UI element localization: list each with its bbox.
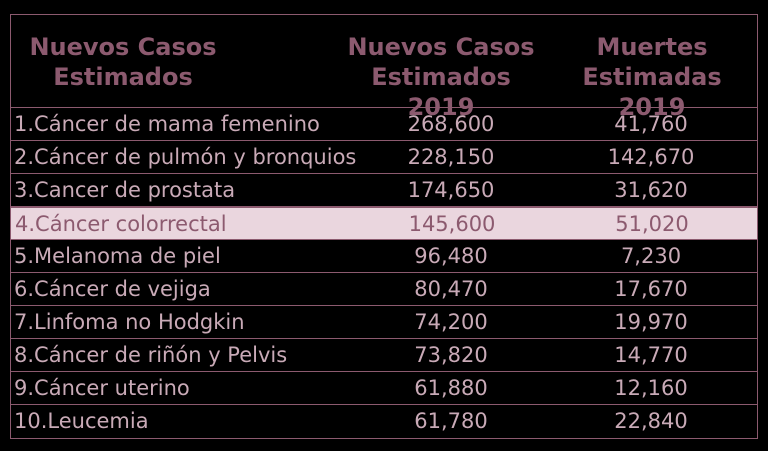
deaths-value: 7,230 (620, 244, 682, 268)
cancer-name: 7.Linfoma no Hodgkin (14, 310, 245, 334)
cancer-name: 3.Cancer de prostata (14, 178, 236, 202)
new-cases-value: 80,470 (414, 277, 488, 301)
deaths-value: 31,620 (614, 178, 688, 202)
table-body: 1.Cáncer de mama femenino 268,600 41,760… (10, 108, 758, 438)
deaths-value: 41,760 (614, 112, 688, 136)
new-cases-value: 145,600 (408, 212, 496, 236)
table-row: 5.Melanoma de piel 96,480 7,230 (10, 240, 758, 273)
deaths-value: 14,770 (614, 343, 688, 367)
deaths-value: 17,670 (614, 277, 688, 301)
cancer-name: 6.Cáncer de vejiga (14, 277, 211, 301)
table-header: Nuevos Casos Estimados Nuevos Casos Esti… (10, 14, 758, 121)
deaths-value: 19,970 (614, 310, 688, 334)
cancer-name: 1.Cáncer de mama femenino (14, 112, 320, 136)
new-cases-value: 74,200 (414, 310, 488, 334)
new-cases-value: 268,600 (407, 112, 495, 136)
table-row: 8.Cáncer de riñón y Pelvis 73,820 14,770 (10, 339, 758, 372)
deaths-value: 51,020 (615, 212, 689, 236)
new-cases-value: 228,150 (407, 145, 495, 169)
deaths-value: 142,670 (607, 145, 695, 169)
table-row: 9.Cáncer uterino 61,880 12,160 (10, 372, 758, 405)
table-row: 10.Leucemia 61,780 22,840 (10, 405, 758, 438)
cancer-name: 5.Melanoma de piel (14, 244, 221, 268)
new-cases-value: 174,650 (407, 178, 495, 202)
new-cases-value: 61,780 (414, 409, 488, 433)
table-row: 2.Cáncer de pulmón y bronquios 228,150 1… (10, 141, 758, 174)
new-cases-value: 73,820 (414, 343, 488, 367)
new-cases-value: 61,880 (414, 376, 488, 400)
table-row: 7.Linfoma no Hodgkin 74,200 19,970 (10, 306, 758, 339)
new-cases-value: 96,480 (414, 244, 488, 268)
table-row: 1.Cáncer de mama femenino 268,600 41,760 (10, 108, 758, 141)
table-row: 3.Cancer de prostata 174,650 31,620 (10, 174, 758, 207)
table-row: 6.Cáncer de vejiga 80,470 17,670 (10, 273, 758, 306)
cancer-name: 9.Cáncer uterino (14, 376, 190, 400)
header-new-cases-label: Nuevos Casos Estimados (29, 33, 217, 91)
cancer-name: 8.Cáncer de riñón y Pelvis (14, 343, 288, 367)
deaths-value: 12,160 (614, 376, 688, 400)
table-row-highlighted: 4.Cáncer colorrectal 145,600 51,020 (10, 207, 758, 240)
cancer-name: 10.Leucemia (14, 409, 149, 433)
cancer-name: 4.Cáncer colorrectal (15, 212, 227, 236)
cancer-name: 2.Cáncer de pulmón y bronquios (14, 145, 357, 169)
deaths-value: 22,840 (614, 409, 688, 433)
